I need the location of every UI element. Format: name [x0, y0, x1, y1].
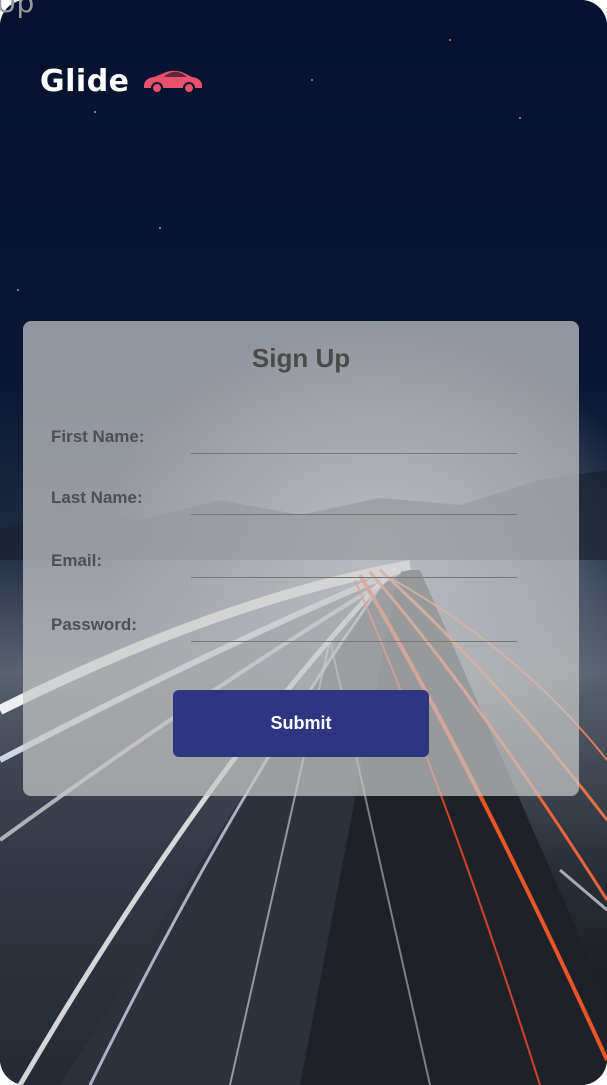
email-label: Email: — [51, 551, 103, 570]
last-name-row: Last Name: — [51, 482, 551, 522]
signup-card: Sign Up First Name: Last Name: Email: Pa… — [23, 321, 579, 796]
first-name-input[interactable] — [191, 421, 517, 454]
submit-button[interactable]: Submit — [173, 690, 429, 757]
email-input[interactable] — [191, 545, 517, 578]
password-label: Password: — [51, 615, 137, 634]
password-row: Password: — [51, 609, 551, 649]
last-name-label: Last Name: — [51, 488, 143, 507]
form-title: Sign Up — [251, 343, 351, 373]
corner-text: Up — [0, 0, 35, 19]
password-input[interactable] — [191, 609, 517, 642]
car-icon — [143, 70, 202, 94]
app-screen: Glide Sign Up First Name: Last Name: Ema… — [0, 0, 607, 1085]
brand-name: Glide — [40, 64, 130, 99]
last-name-input[interactable] — [191, 482, 517, 515]
first-name-label: First Name: — [51, 427, 145, 446]
first-name-row: First Name: — [51, 421, 551, 461]
brand-logo: Glide — [40, 64, 204, 99]
email-row: Email: — [51, 545, 551, 585]
